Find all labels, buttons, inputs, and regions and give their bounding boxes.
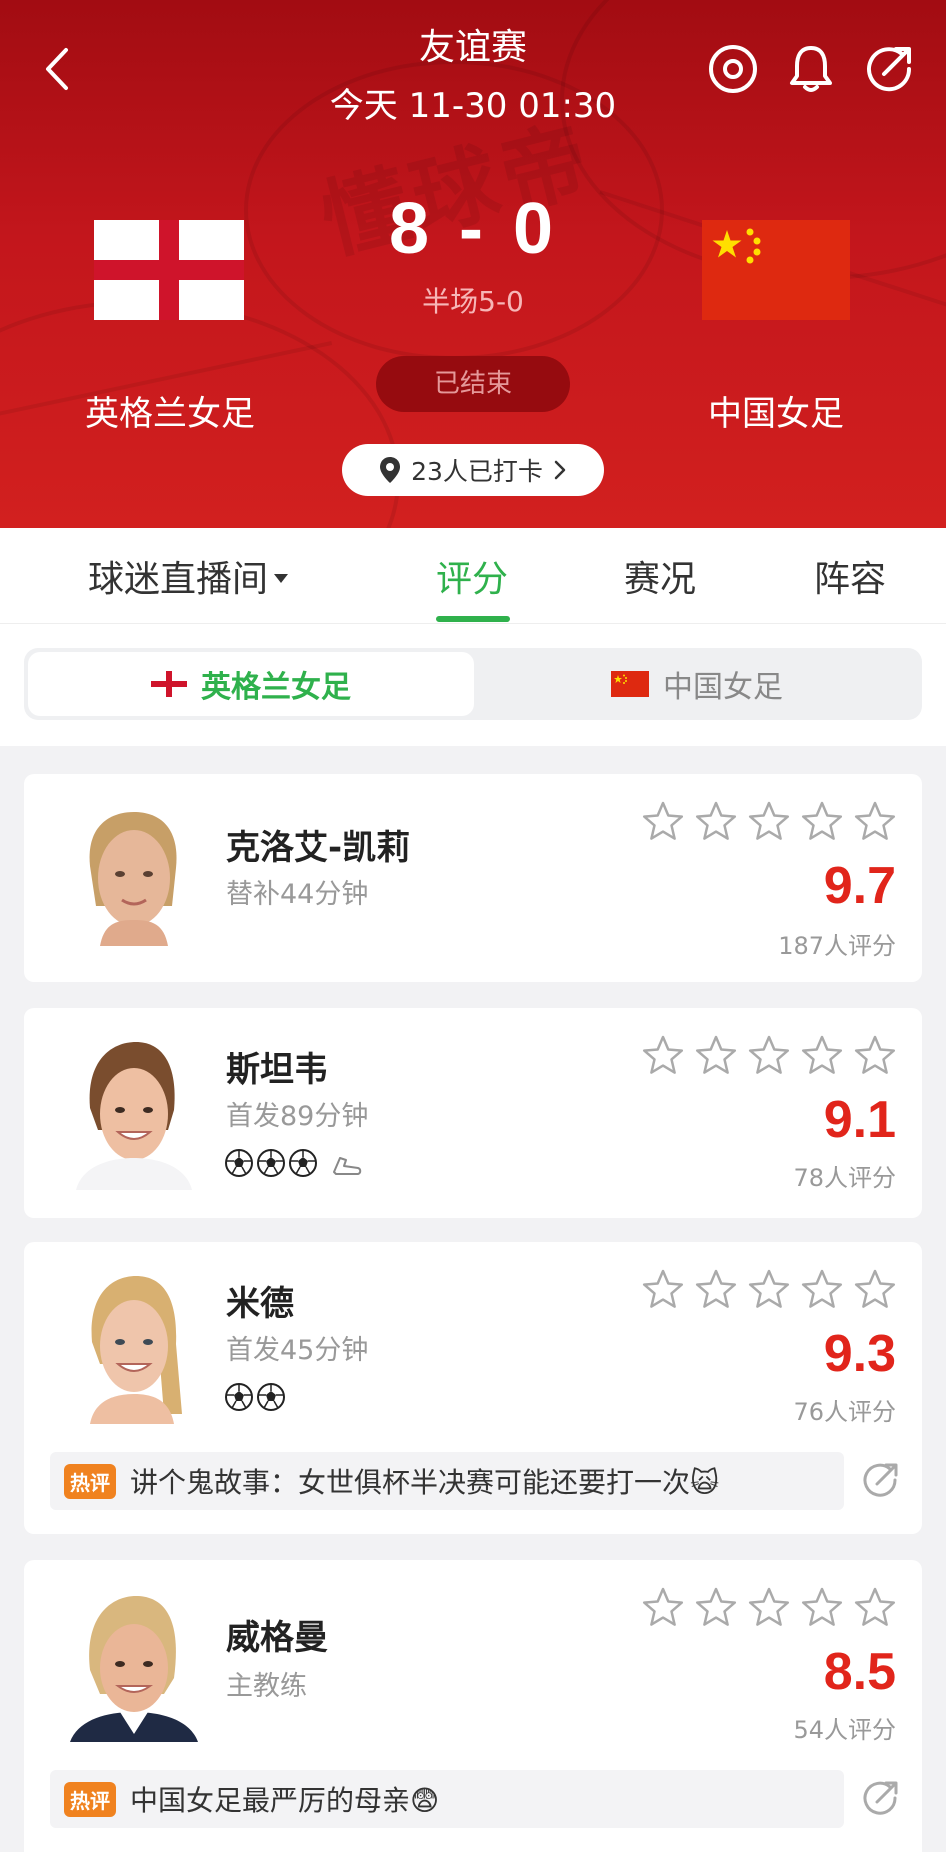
football-icon <box>225 1383 253 1411</box>
star-icon[interactable] <box>642 1034 684 1076</box>
team-switch-england[interactable]: 英格兰女足 <box>28 652 474 716</box>
coach-role: 主教练 <box>226 1671 307 1702</box>
active-tab-indicator <box>436 616 510 622</box>
star-icon[interactable] <box>854 1034 896 1076</box>
caret-down-icon <box>274 573 289 583</box>
star-icon[interactable] <box>854 1586 896 1628</box>
away-score: 0 <box>513 189 558 269</box>
player-minutes: 首发45分钟 <box>226 1335 369 1366</box>
star-icon[interactable] <box>748 1586 790 1628</box>
player-card[interactable]: 斯坦韦 首发89分钟 9.1 78人评分 <box>24 1008 922 1218</box>
china-flag-icon <box>611 671 649 697</box>
player-card[interactable]: 米德 首发45分钟 9.3 76人评分 热评 讲个鬼故事：女世俱杯半决赛可能还要… <box>24 1242 922 1534</box>
rating-stars[interactable] <box>642 1586 896 1628</box>
star-icon[interactable] <box>748 1268 790 1310</box>
rating-count: 54人评分 <box>793 1716 896 1744</box>
bell-icon[interactable] <box>784 42 838 96</box>
football-icon <box>225 1149 253 1177</box>
star-icon[interactable] <box>642 1268 684 1310</box>
home-score: 8 <box>388 189 433 269</box>
chevron-right-icon <box>554 460 566 480</box>
team-switch-section: 英格兰女足 中国女足 <box>0 624 946 746</box>
player-name: 斯坦韦 <box>226 1050 328 1090</box>
team-switch-england-label: 英格兰女足 <box>201 670 351 705</box>
coach-name: 威格曼 <box>226 1618 328 1658</box>
star-icon[interactable] <box>695 800 737 842</box>
player-name: 克洛艾-凯莉 <box>226 828 411 868</box>
player-minutes: 替补44分钟 <box>226 879 369 910</box>
football-icon <box>289 1149 317 1177</box>
player-minutes: 首发89分钟 <box>226 1101 369 1132</box>
player-name: 米德 <box>226 1284 294 1324</box>
share-icon[interactable] <box>860 1460 900 1500</box>
star-icon[interactable] <box>748 800 790 842</box>
scoreline: 8-0 <box>340 188 606 270</box>
star-icon[interactable] <box>748 1034 790 1076</box>
hot-comment-badge: 热评 <box>64 1781 116 1817</box>
player-card[interactable]: 克洛艾-凯莉 替补44分钟 9.7 187人评分 <box>24 774 922 982</box>
star-icon[interactable] <box>801 800 843 842</box>
match-header: 懂球帝 友谊赛 今天 11-30 01:30 8-0 半场5-0 英格兰女足 中… <box>0 0 946 528</box>
share-icon[interactable] <box>862 42 916 96</box>
home-team-name[interactable]: 英格兰女足 <box>40 386 300 435</box>
coach-avatar <box>60 1582 208 1742</box>
england-cross-icon <box>151 671 187 697</box>
coach-rating: 8.5 <box>823 1643 896 1701</box>
star-icon[interactable] <box>854 1268 896 1310</box>
match-status-badge: 已结束 <box>376 356 570 412</box>
tab-match-events[interactable]: 赛况 <box>624 550 696 602</box>
share-icon[interactable] <box>860 1778 900 1818</box>
star-icon[interactable] <box>801 1586 843 1628</box>
tab-fan-live[interactable]: 球迷直播间 <box>88 550 289 602</box>
hot-comment-text: 讲个鬼故事：女世俱杯半决赛可能还要打一次🙀 <box>130 1466 720 1499</box>
player-rating: 9.3 <box>823 1325 896 1383</box>
team-switch-china-label: 中国女足 <box>663 670 783 705</box>
checkin-button[interactable]: 23人已打卡 <box>342 444 604 496</box>
player-avatar <box>60 1264 208 1424</box>
tab-ratings[interactable]: 评分 <box>436 550 508 602</box>
rating-count: 76人评分 <box>793 1398 896 1426</box>
coach-card[interactable]: 威格曼 主教练 8.5 54人评分 热评 中国女足最严厉的母亲😨 <box>24 1560 922 1852</box>
follow-icon[interactable] <box>706 42 760 96</box>
tab-fan-live-label: 球迷直播间 <box>88 559 269 600</box>
rating-count: 187人评分 <box>778 932 896 960</box>
hot-comment-badge: 热评 <box>64 1463 116 1499</box>
rating-stars[interactable] <box>642 800 896 842</box>
boot-icon <box>333 1157 362 1175</box>
player-avatar <box>60 796 208 956</box>
team-switch-china[interactable]: 中国女足 <box>474 652 920 716</box>
player-avatar <box>60 1030 208 1190</box>
player-rating: 9.1 <box>823 1091 896 1149</box>
location-icon <box>380 457 401 483</box>
tab-lineup[interactable]: 阵容 <box>814 550 886 602</box>
football-icon <box>257 1149 285 1177</box>
player-events <box>224 1148 364 1178</box>
star-icon[interactable] <box>854 800 896 842</box>
hot-comment[interactable]: 热评 中国女足最严厉的母亲😨 <box>50 1770 844 1828</box>
hot-comment[interactable]: 热评 讲个鬼故事：女世俱杯半决赛可能还要打一次🙀 <box>50 1452 844 1510</box>
rating-stars[interactable] <box>642 1034 896 1076</box>
away-team-name[interactable]: 中国女足 <box>646 386 906 435</box>
team-switch: 英格兰女足 中国女足 <box>24 648 922 720</box>
player-events <box>224 1382 286 1412</box>
star-icon[interactable] <box>642 1586 684 1628</box>
tab-bar: 球迷直播间 评分 赛况 阵容 <box>0 528 946 624</box>
star-icon[interactable] <box>801 1034 843 1076</box>
star-icon[interactable] <box>642 800 684 842</box>
star-icon[interactable] <box>695 1034 737 1076</box>
halftime-score: 半场5-0 <box>422 285 524 318</box>
football-icon <box>257 1383 285 1411</box>
score-separator: - <box>459 189 487 269</box>
rating-stars[interactable] <box>642 1268 896 1310</box>
rating-count: 78人评分 <box>793 1164 896 1192</box>
checkin-label: 23人已打卡 <box>411 457 543 486</box>
player-rating: 9.7 <box>823 857 896 915</box>
star-icon[interactable] <box>801 1268 843 1310</box>
star-icon[interactable] <box>695 1586 737 1628</box>
hot-comment-text: 中国女足最严厉的母亲😨 <box>130 1784 440 1817</box>
star-icon[interactable] <box>695 1268 737 1310</box>
